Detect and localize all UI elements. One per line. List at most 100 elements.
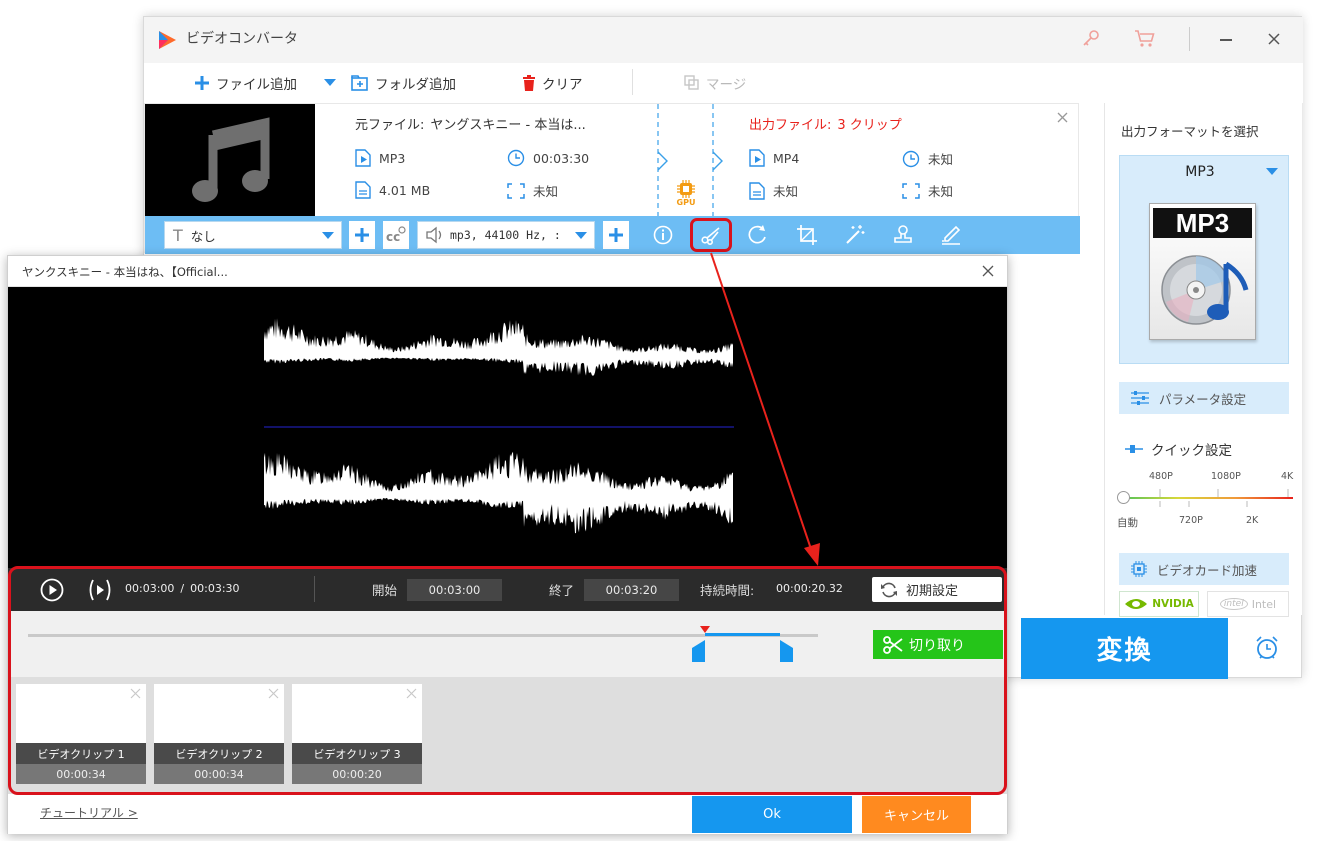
source-name: ヤングスキニー - 本当は... bbox=[430, 118, 586, 133]
trim-selected-range bbox=[705, 633, 781, 636]
clip-card[interactable]: ビデオクリップ 2 00:00:34 bbox=[154, 684, 284, 784]
clip-delete-icon[interactable] bbox=[130, 688, 141, 699]
format-selector[interactable]: MP3 MP3 bbox=[1119, 155, 1289, 364]
edit-pen-icon[interactable] bbox=[941, 225, 961, 245]
alarm-clock-icon[interactable] bbox=[1254, 635, 1280, 661]
cart-icon[interactable] bbox=[1134, 29, 1156, 49]
gpu-chip-icon bbox=[677, 180, 695, 198]
title-bar: ビデオコンバータ bbox=[144, 17, 1303, 63]
music-note-icon bbox=[192, 117, 270, 202]
watermark-stamp-icon[interactable] bbox=[893, 225, 913, 245]
add-file-dropdown-icon[interactable] bbox=[324, 79, 336, 87]
output-format: MP4 bbox=[749, 149, 799, 167]
add-file-label: ファイル追加 bbox=[216, 77, 297, 93]
gpu-accel-label: ビデオカード加速 bbox=[1157, 562, 1258, 578]
subtitle-value: なし bbox=[190, 228, 216, 244]
app-logo-icon bbox=[156, 29, 178, 51]
playback-control-bar: 00:03:00 / 00:03:30 開始 00:03:00 終了 00:03… bbox=[8, 568, 1007, 611]
gpu-acceleration-button[interactable]: ビデオカード加速 bbox=[1119, 553, 1289, 585]
add-folder-button[interactable]: フォルダ追加 bbox=[351, 72, 456, 94]
playback-time: 00:03:00 / 00:03:30 bbox=[125, 582, 240, 595]
scissors-icon bbox=[701, 227, 720, 246]
current-time: 00:03:00 bbox=[125, 582, 175, 595]
total-time: 00:03:30 bbox=[190, 582, 240, 595]
duration-value: 00:00:20.32 bbox=[776, 582, 843, 595]
cc-button[interactable]: cc bbox=[383, 221, 409, 249]
play-segment-icon[interactable] bbox=[87, 578, 113, 602]
waveform-graphic bbox=[264, 318, 734, 534]
clip-label: ビデオクリップ 3 bbox=[292, 743, 422, 764]
convert-button[interactable]: 変換 bbox=[1021, 618, 1228, 679]
subtitle-select[interactable]: T なし bbox=[164, 221, 342, 249]
end-label: 終了 bbox=[549, 583, 575, 598]
trim-start-handle[interactable] bbox=[692, 640, 706, 662]
gpu-badge: GPU bbox=[675, 180, 697, 207]
intel-label: Intel bbox=[1251, 597, 1277, 611]
trim-end-handle[interactable] bbox=[780, 640, 794, 662]
nvidia-button[interactable]: NVIDIA bbox=[1119, 591, 1199, 617]
trim-timeline[interactable] bbox=[28, 634, 818, 637]
mp3-icon-label: MP3 bbox=[1153, 208, 1252, 238]
audio-track-select[interactable]: mp3, 44100 Hz, : bbox=[417, 221, 595, 249]
clock-icon bbox=[902, 150, 920, 167]
source-duration: 00:03:30 bbox=[507, 149, 589, 167]
add-file-button[interactable]: ファイル追加 bbox=[194, 72, 297, 94]
toolbar-divider bbox=[632, 69, 633, 95]
dialog-close-icon[interactable] bbox=[982, 265, 994, 277]
quality-slider-thumb[interactable] bbox=[1117, 491, 1130, 504]
add-subtitle-button[interactable] bbox=[349, 221, 375, 249]
tutorial-link[interactable]: チュートリアル > bbox=[40, 804, 138, 821]
key-icon[interactable] bbox=[1081, 29, 1101, 49]
quality-slider[interactable]: 480P 1080P 4K 自動 720P 2K bbox=[1117, 471, 1293, 529]
param-settings-label: パラメータ設定 bbox=[1159, 391, 1247, 407]
app-title: ビデオコンバータ bbox=[186, 31, 298, 47]
ok-button[interactable]: Ok bbox=[692, 796, 852, 833]
cancel-button[interactable]: キャンセル bbox=[862, 796, 971, 833]
output-resolution: 未知 bbox=[902, 181, 953, 200]
clear-button[interactable]: クリア bbox=[522, 72, 583, 94]
clip-duration: 00:00:34 bbox=[16, 764, 146, 784]
file-format-icon bbox=[355, 149, 371, 167]
merge-button[interactable]: マージ bbox=[684, 72, 746, 94]
info-icon[interactable] bbox=[653, 225, 673, 245]
format-header: 出力フォーマットを選択 bbox=[1121, 124, 1259, 139]
dialog-footer: チュートリアル > Ok キャンセル bbox=[8, 794, 1007, 834]
cut-dialog: ヤンクスキニー - 本当はね、【Official... 00:03:00 / 0… bbox=[7, 255, 1008, 834]
end-time-field[interactable]: 00:03:20 bbox=[584, 579, 679, 601]
parameter-settings-button[interactable]: パラメータ設定 bbox=[1119, 382, 1289, 414]
minimize-button[interactable] bbox=[1220, 39, 1232, 41]
file-card: 元ファイル: ヤングスキニー - 本当は... MP3 00:03:30 4.0… bbox=[144, 103, 1080, 254]
rotate-icon[interactable] bbox=[748, 225, 768, 245]
cut-tool-button[interactable] bbox=[690, 218, 732, 252]
reset-button[interactable]: 初期設定 bbox=[872, 577, 1002, 602]
add-audio-button[interactable] bbox=[603, 221, 629, 249]
merge-icon bbox=[684, 75, 699, 90]
duration-label: 持続時間: bbox=[700, 583, 755, 598]
clip-delete-icon[interactable] bbox=[268, 688, 279, 699]
time-separator: / bbox=[180, 582, 185, 595]
intel-button[interactable]: intel Intel bbox=[1207, 591, 1289, 617]
remove-file-icon[interactable] bbox=[1057, 112, 1068, 123]
output-file-summary: 出力ファイル: 3 クリップ bbox=[749, 114, 902, 133]
clip-card[interactable]: ビデオクリップ 1 00:00:34 bbox=[16, 684, 146, 784]
dialog-title: ヤンクスキニー - 本当はね、【Official... bbox=[22, 265, 228, 279]
cut-button[interactable]: 切り取り bbox=[873, 630, 1003, 659]
source-file-name: 元ファイル: ヤングスキニー - 本当は... bbox=[355, 114, 586, 133]
control-divider bbox=[314, 576, 315, 602]
magic-wand-icon[interactable] bbox=[845, 225, 865, 245]
play-icon[interactable] bbox=[40, 578, 64, 602]
merge-label: マージ bbox=[706, 77, 747, 93]
crop-icon[interactable] bbox=[797, 225, 817, 245]
resolution-icon bbox=[902, 182, 920, 199]
reset-label: 初期設定 bbox=[906, 584, 959, 599]
close-icon[interactable] bbox=[1268, 33, 1280, 45]
clip-card[interactable]: ビデオクリップ 3 00:00:20 bbox=[292, 684, 422, 784]
clip-delete-icon[interactable] bbox=[406, 688, 417, 699]
start-time-field[interactable]: 00:03:00 bbox=[407, 579, 502, 601]
start-label: 開始 bbox=[372, 583, 398, 598]
source-format: MP3 bbox=[355, 149, 405, 167]
file-thumbnail bbox=[145, 104, 315, 216]
playhead-marker-icon[interactable] bbox=[700, 626, 711, 633]
clip-label: ビデオクリップ 2 bbox=[154, 743, 284, 764]
cc-icon: cc bbox=[386, 226, 406, 244]
